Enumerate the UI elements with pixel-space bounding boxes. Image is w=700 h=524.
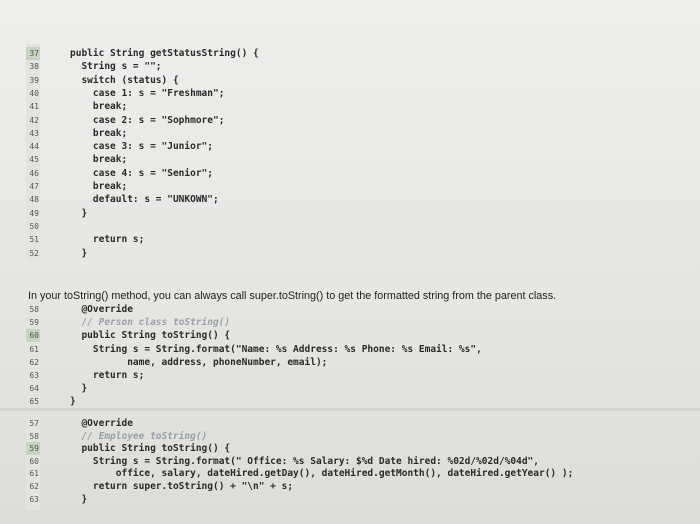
code-line[interactable]: break;	[70, 153, 127, 166]
code-line[interactable]: public String toString() {	[70, 442, 230, 455]
line-number: 61	[29, 344, 39, 354]
line-number: 60	[29, 331, 39, 341]
line-number: 59	[29, 318, 39, 328]
code-line[interactable]: @Override	[70, 303, 132, 316]
code-editor-bottom: 57 @Override 58 // Employee toString() 59 …	[26, 414, 700, 510]
line-number: 49	[29, 208, 39, 218]
code-line[interactable]: }	[70, 395, 76, 408]
line-number: 63	[29, 371, 39, 380]
code-line[interactable]: }	[70, 207, 87, 220]
code-line[interactable]: return s;	[70, 369, 144, 382]
code-line[interactable]: }	[70, 493, 87, 506]
line-number: 37	[29, 49, 39, 58]
code-line[interactable]: return s;	[70, 233, 144, 246]
code-line[interactable]: }	[70, 382, 87, 395]
code-line[interactable]: default: s = "UNKOWN";	[70, 193, 219, 206]
code-line[interactable]: }	[70, 247, 87, 260]
code-line[interactable]: break;	[70, 100, 127, 113]
code-editor-top: 37 public String getStatusString() { 38 St…	[26, 44, 700, 260]
code-line[interactable]: return super.toString() + "\n" + s;	[70, 480, 293, 493]
line-number: 45	[29, 155, 39, 165]
code-editor-middle: 58 @Override 59 // Person class toString(…	[26, 300, 700, 408]
line-number: 43	[29, 128, 39, 138]
code-line[interactable]: // Employee toString()	[70, 430, 207, 443]
line-number: 61	[29, 469, 39, 479]
code-line[interactable]: public String toString() {	[70, 329, 230, 342]
line-number: 41	[29, 102, 39, 112]
line-number: 51	[29, 235, 39, 245]
line-number: 63	[29, 494, 39, 504]
line-number: 52	[29, 248, 39, 258]
divider	[0, 408, 700, 411]
line-number: 59	[29, 444, 39, 454]
line-number: 42	[29, 115, 39, 125]
line-number: 60	[29, 456, 39, 466]
code-line[interactable]: case 2: s = "Sophmore";	[70, 114, 225, 127]
code-line[interactable]: String s = String.format("Name: %s Addre…	[70, 343, 482, 356]
code-line[interactable]: // Person class toString()	[70, 316, 230, 329]
code-line[interactable]: break;	[70, 180, 127, 193]
line-number: 62	[29, 482, 39, 491]
code-line[interactable]: @Override	[70, 417, 132, 430]
code-line[interactable]: office, salary, dateHired.getDay(), date…	[70, 467, 574, 480]
code-line[interactable]: switch (status) {	[70, 74, 178, 87]
line-number: 58	[29, 305, 39, 314]
code-line[interactable]: case 4: s = "Senior";	[70, 167, 213, 180]
line-number: 65	[29, 397, 39, 407]
line-number: 62	[29, 357, 39, 367]
code-line[interactable]: break;	[70, 127, 127, 140]
line-number: 47	[29, 182, 39, 191]
line-number: 48	[29, 195, 39, 205]
line-number: 46	[29, 168, 39, 178]
code-line[interactable]: case 3: s = "Junior";	[70, 140, 213, 153]
code-line[interactable]: String s = "";	[70, 60, 161, 73]
photo-of-screen: 37 public String getStatusString() { 38 St…	[0, 0, 700, 524]
code-line[interactable]: public String getStatusString() {	[70, 47, 259, 60]
line-number: 64	[29, 384, 39, 394]
line-number: 38	[29, 62, 39, 72]
code-line[interactable]: case 1: s = "Freshman";	[70, 87, 225, 100]
line-number: 44	[29, 142, 39, 152]
line-number: 40	[29, 88, 39, 98]
code-line[interactable]: String s = String.format(" Office: %s Sa…	[70, 455, 539, 468]
line-number: 50	[29, 221, 39, 231]
code-line[interactable]: name, address, phoneNumber, email);	[70, 356, 327, 369]
line-number: 58	[29, 431, 39, 441]
line-number: 57	[29, 419, 39, 428]
line-number: 39	[29, 75, 39, 85]
